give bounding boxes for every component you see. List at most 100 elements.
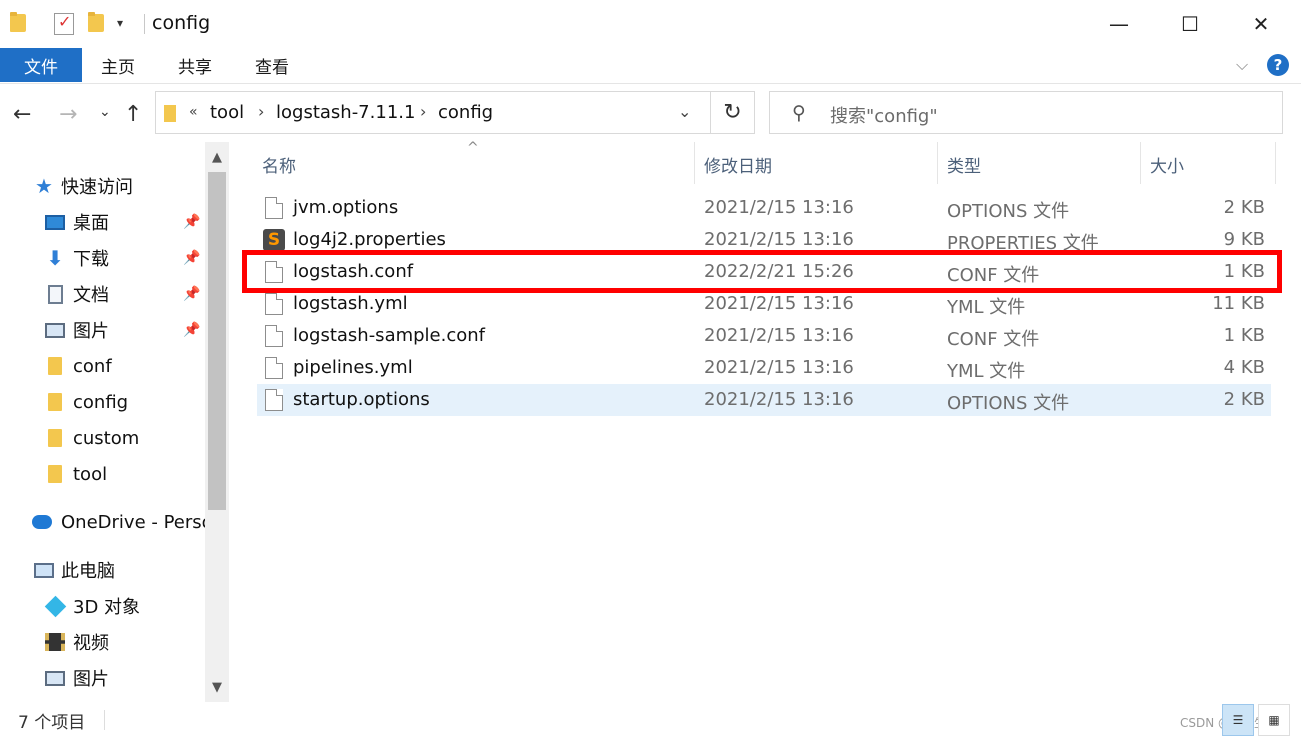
sidebar-item-documents[interactable]: 文档 📌	[0, 276, 205, 312]
folder-icon	[45, 392, 65, 412]
file-size: 2 KB	[1223, 389, 1265, 410]
desktop-icon	[45, 212, 65, 232]
column-header-date[interactable]: 修改日期	[704, 152, 772, 177]
sidebar-item-config[interactable]: config	[0, 384, 205, 420]
scroll-down-icon[interactable]: ▼	[205, 676, 229, 698]
sidebar-item-custom[interactable]: custom	[0, 420, 205, 456]
column-divider[interactable]	[1275, 142, 1276, 184]
status-separator	[104, 710, 105, 730]
column-header-type[interactable]: 类型	[947, 152, 981, 177]
title-separator	[144, 14, 145, 34]
search-box[interactable]: ⚲ 搜索"config"	[769, 91, 1283, 134]
refresh-button[interactable]: ↻	[711, 91, 755, 134]
scroll-up-icon[interactable]: ▲	[205, 146, 229, 168]
pin-icon[interactable]: 📌	[183, 286, 200, 302]
sidebar-item-label: 图片	[73, 669, 109, 690]
file-date: 2021/2/15 13:16	[704, 325, 854, 346]
sidebar-scrollbar[interactable]: ▲ ▼	[205, 142, 229, 702]
help-icon[interactable]: ?	[1267, 54, 1289, 76]
file-type: YML 文件	[947, 297, 1026, 318]
breadcrumb-overflow[interactable]: «	[189, 104, 198, 120]
forward-button[interactable]: →	[59, 102, 77, 127]
star-icon: ★	[35, 174, 53, 198]
tab-view[interactable]: 查看	[244, 48, 300, 82]
tab-home[interactable]: 主页	[90, 48, 146, 82]
sidebar-item-3d-objects[interactable]: 3D 对象	[0, 588, 205, 624]
file-icon	[265, 357, 283, 379]
sidebar-item-videos[interactable]: 视频	[0, 624, 205, 660]
sublime-icon: S	[263, 229, 285, 251]
file-size: 9 KB	[1223, 229, 1265, 250]
breadcrumb-separator[interactable]: ›	[420, 102, 426, 121]
file-size: 2 KB	[1223, 197, 1265, 218]
column-divider[interactable]	[1140, 142, 1141, 184]
column-divider[interactable]	[937, 142, 938, 184]
pin-icon[interactable]: 📌	[183, 214, 200, 230]
scrollbar-thumb[interactable]	[208, 172, 226, 510]
file-icon	[265, 325, 283, 347]
navigation-pane: ★ 快速访问 桌面 📌 ⬇ 下载 📌 文档 📌 图片 📌 conf config…	[0, 142, 205, 702]
file-row[interactable]: pipelines.yml 2021/2/15 13:16 YML 文件 4 K…	[257, 352, 1271, 384]
item-count: 7 个项目	[18, 713, 86, 733]
back-button[interactable]: ←	[13, 102, 31, 127]
expand-ribbon-icon[interactable]: ⌵	[1236, 55, 1248, 75]
tab-share[interactable]: 共享	[167, 48, 223, 82]
sidebar-item-label: 此电脑	[61, 561, 115, 582]
maximize-button[interactable]: ☐	[1154, 0, 1226, 48]
close-button[interactable]: ✕	[1225, 0, 1297, 48]
column-divider[interactable]	[694, 142, 695, 184]
file-date: 2021/2/15 13:16	[704, 293, 854, 314]
sidebar-item-label: 快速访问	[61, 177, 133, 198]
new-folder-icon[interactable]	[88, 12, 104, 32]
sidebar-item-downloads[interactable]: ⬇ 下载 📌	[0, 240, 205, 276]
file-size: 4 KB	[1223, 357, 1265, 378]
sidebar-item-label: tool	[73, 463, 108, 485]
sidebar-item-desktop[interactable]: 桌面 📌	[0, 204, 205, 240]
breadcrumb-tool[interactable]: tool	[210, 102, 244, 123]
quick-access-toolbar-dropdown-icon[interactable]: ▾	[117, 16, 123, 30]
file-row[interactable]: logstash-sample.conf 2021/2/15 13:16 CON…	[257, 320, 1271, 352]
pin-icon[interactable]: 📌	[183, 322, 200, 338]
window-title: config	[152, 12, 211, 34]
folder-icon	[45, 428, 65, 448]
column-header-size[interactable]: 大小	[1150, 152, 1184, 177]
file-icon	[265, 293, 283, 315]
sidebar-item-quick-access[interactable]: ★ 快速访问	[0, 168, 205, 204]
up-button[interactable]: ↑	[124, 102, 142, 127]
title-bar: ✓ ▾ config — ☐ ✕	[0, 0, 1301, 48]
address-dropdown-icon[interactable]: ⌄	[678, 102, 691, 121]
file-name: jvm.options	[293, 197, 399, 218]
breadcrumb-separator[interactable]: ›	[258, 102, 264, 121]
sidebar-item-pictures[interactable]: 图片 📌	[0, 312, 205, 348]
file-name: logstash.yml	[293, 293, 408, 314]
breadcrumb-config[interactable]: config	[438, 102, 493, 123]
file-name: pipelines.yml	[293, 357, 413, 378]
properties-icon[interactable]: ✓	[54, 12, 74, 35]
large-icons-view-button[interactable]: ▦	[1258, 704, 1290, 736]
sidebar-item-tool[interactable]: tool	[0, 456, 205, 492]
status-bar: 7 个项目 CSDN @拆半生缘 ☰ ▦	[0, 702, 1301, 738]
breadcrumb-logstash[interactable]: logstash-7.11.1	[276, 102, 415, 123]
sidebar-item-pc-pictures[interactable]: 图片	[0, 660, 205, 696]
file-type: YML 文件	[947, 361, 1026, 382]
file-row[interactable]: jvm.options 2021/2/15 13:16 OPTIONS 文件 2…	[257, 192, 1271, 224]
sidebar-item-onedrive[interactable]: OneDrive - Perso	[0, 504, 205, 540]
recent-locations-icon[interactable]: ⌄	[99, 104, 111, 120]
minimize-button[interactable]: —	[1083, 0, 1155, 48]
file-name: log4j2.properties	[293, 229, 446, 250]
column-header-name[interactable]: 名称	[262, 152, 296, 177]
sidebar-item-conf[interactable]: conf	[0, 348, 205, 384]
sidebar-item-this-pc[interactable]: 此电脑	[0, 552, 205, 588]
picture-icon	[45, 668, 65, 688]
file-type: OPTIONS 文件	[947, 393, 1070, 414]
document-icon	[45, 284, 65, 304]
address-bar[interactable]: « tool › logstash-7.11.1 › config ⌄	[155, 91, 711, 134]
cloud-icon	[32, 512, 52, 532]
pin-icon[interactable]: 📌	[183, 250, 200, 266]
details-view-button[interactable]: ☰	[1222, 704, 1254, 736]
sidebar-item-label: 图片	[73, 321, 109, 342]
highlight-annotation-box	[242, 250, 1282, 293]
file-type: CONF 文件	[947, 329, 1040, 350]
tab-file[interactable]: 文件	[0, 48, 82, 82]
file-row-selected[interactable]: startup.options 2021/2/15 13:16 OPTIONS …	[257, 384, 1271, 416]
